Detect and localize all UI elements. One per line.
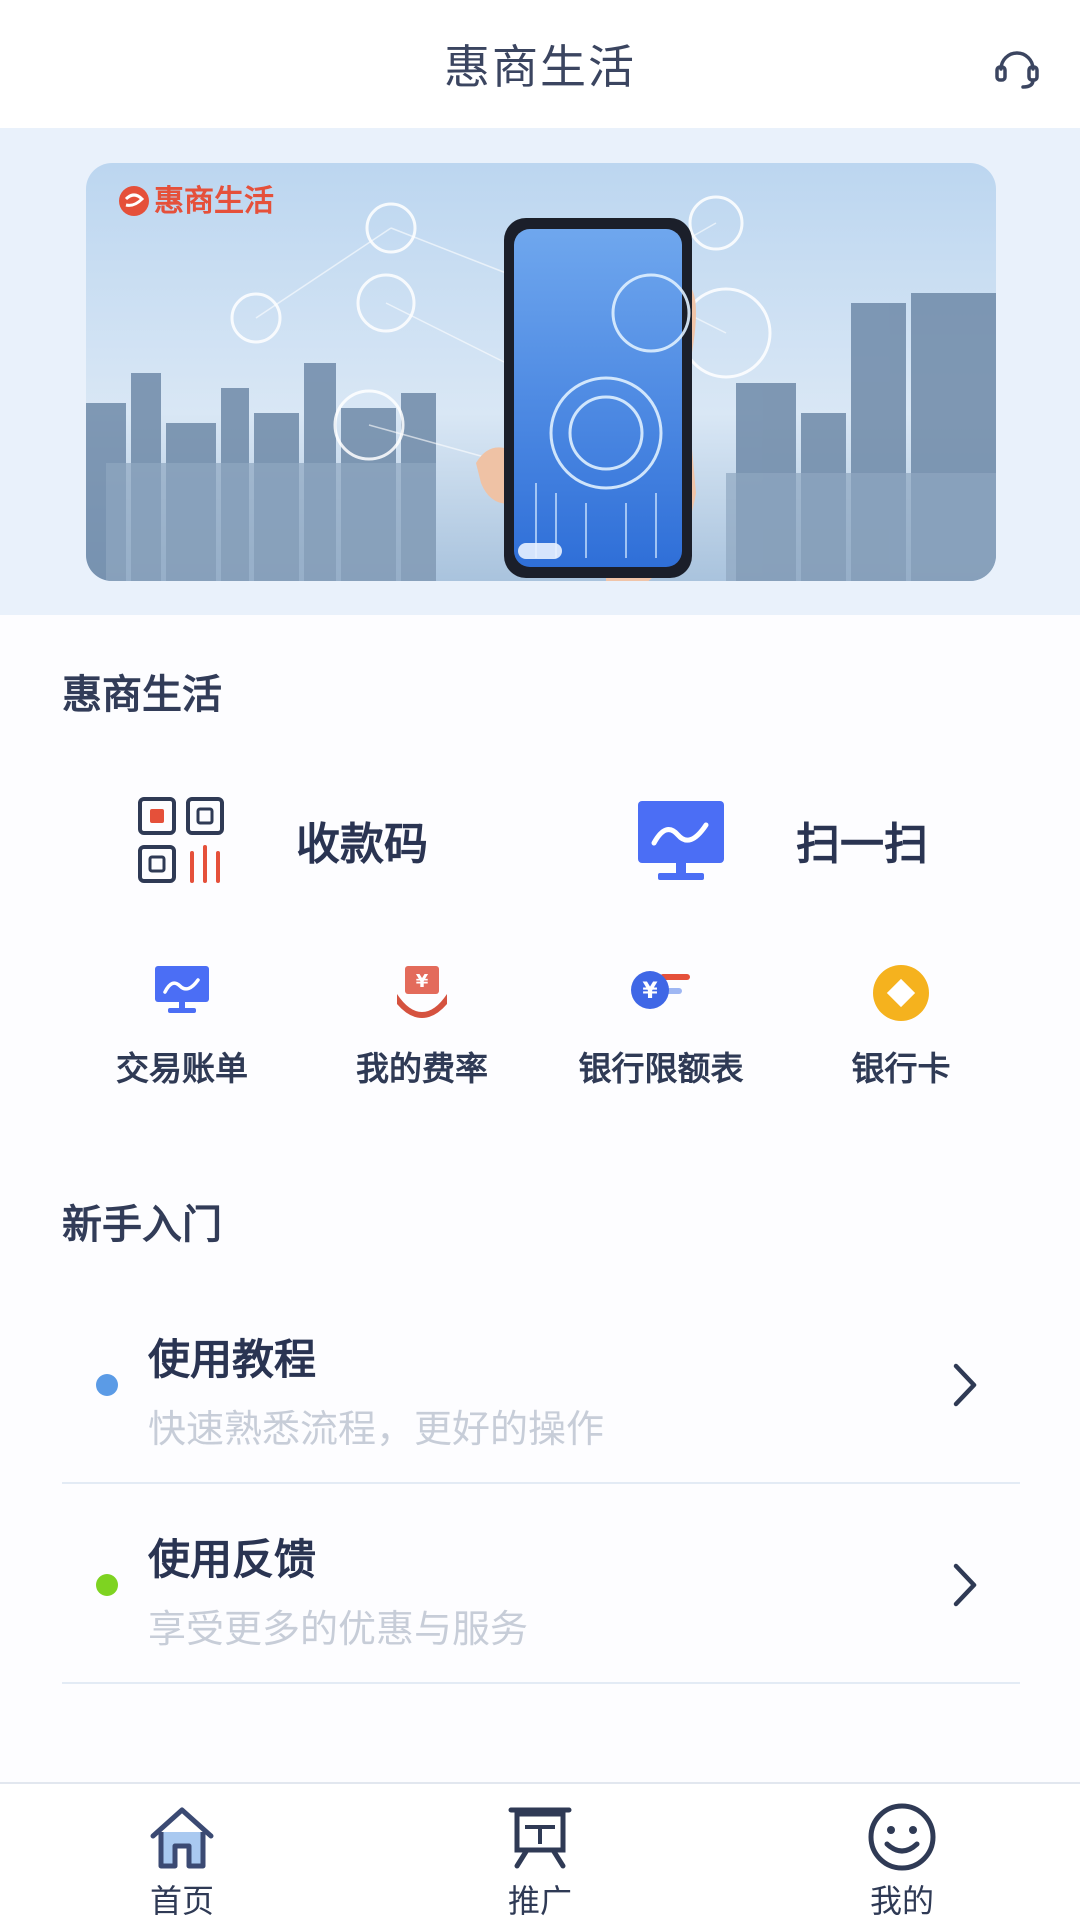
page-title: 惠商生活 <box>444 40 636 94</box>
quick-menu-grid: 交易账单 ¥ 我的费率 ¥ 银行限额表 银行卡 <box>0 960 1080 1100</box>
banner-area: 惠商生活 <box>0 128 1080 615</box>
tab-label-home: 首页 <box>149 1882 214 1920</box>
bottom-tab-bar: 首页 推广 我的 <box>0 1782 1080 1920</box>
list-item-title: 使用反馈 <box>148 1535 317 1584</box>
scan-button[interactable]: 扫一扫 <box>636 770 928 910</box>
grid-item-transactions[interactable]: 交易账单 <box>62 960 302 1100</box>
promo-banner[interactable]: 惠商生活 <box>86 163 996 581</box>
list-item-subtitle: 快速熟悉流程，更好的操作 <box>148 1407 605 1451</box>
presentation-icon <box>508 1807 572 1869</box>
grid-label-bank-card: 银行卡 <box>851 1049 951 1088</box>
tab-label-mine: 我的 <box>869 1882 934 1920</box>
grid-item-my-rate[interactable]: ¥ 我的费率 <box>302 960 542 1100</box>
yen-hand-icon: ¥ <box>397 966 447 1018</box>
list-item-feedback[interactable]: 使用反馈 享受更多的优惠与服务 <box>62 1486 1020 1684</box>
banner-logo-text: 惠商生活 <box>154 184 274 219</box>
tab-mine[interactable]: 我的 <box>802 1784 1002 1920</box>
grid-label-transactions: 交易账单 <box>116 1049 248 1088</box>
smiley-icon <box>868 1803 936 1871</box>
tab-home[interactable]: 首页 <box>82 1784 282 1920</box>
status-dot <box>96 1574 118 1596</box>
grid-label-my-rate: 我的费率 <box>356 1049 488 1088</box>
grid-item-bank-card[interactable]: 银行卡 <box>781 960 1021 1100</box>
chevron-right-icon <box>953 1363 977 1407</box>
banner-illustration: 惠商生活 <box>86 163 996 581</box>
section-title-main: 惠商生活 <box>62 672 222 718</box>
grid-item-bank-limits[interactable]: ¥ 银行限额表 <box>541 960 781 1100</box>
app-header: 惠商生活 <box>0 0 1080 128</box>
list-item-title: 使用教程 <box>148 1335 317 1384</box>
tab-label-promotion: 推广 <box>507 1882 572 1920</box>
home-page: 惠商生活 惠商生活 惠商生活 收款码 扫一扫 交易账单 ¥ 我的费率 ¥ 银行限… <box>0 0 1080 1920</box>
yen-coin-icon: ¥ <box>631 971 690 1009</box>
qr-code-icon <box>138 797 224 883</box>
monitor-chart-icon <box>155 966 209 1013</box>
receive-qr-button[interactable]: 收款码 <box>136 770 428 910</box>
home-icon <box>150 1807 214 1869</box>
monitor-chart-icon <box>638 801 724 880</box>
section-title-guide: 新手入门 <box>62 1202 222 1248</box>
list-item-tutorial[interactable]: 使用教程 快速熟悉流程，更好的操作 <box>62 1286 1020 1484</box>
receive-qr-label: 收款码 <box>296 819 428 870</box>
svg-text:¥: ¥ <box>416 971 429 992</box>
diamond-coin-icon <box>873 965 929 1021</box>
tab-promotion[interactable]: 推广 <box>440 1784 640 1920</box>
scan-label: 扫一扫 <box>796 819 928 870</box>
grid-label-bank-limits: 银行限额表 <box>578 1049 744 1088</box>
status-dot <box>96 1374 118 1396</box>
list-item-subtitle: 享受更多的优惠与服务 <box>148 1607 529 1651</box>
chevron-right-icon <box>953 1563 977 1607</box>
headset-icon[interactable] <box>992 42 1042 92</box>
svg-text:¥: ¥ <box>642 979 658 1004</box>
